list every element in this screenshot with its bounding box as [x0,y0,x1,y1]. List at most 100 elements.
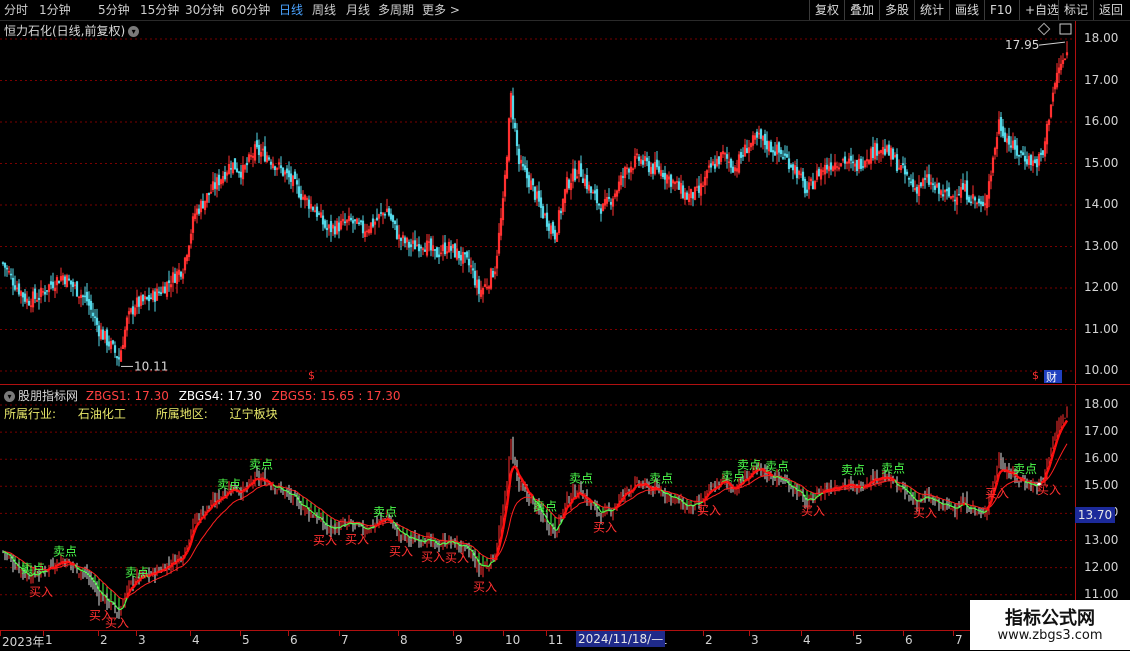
candle-body [718,157,720,164]
period-tab-15min[interactable]: 15分钟 [140,2,179,18]
sell-signal: 卖点 [249,458,273,472]
candle-body [910,182,912,183]
draw-line-button[interactable]: 画线 [949,0,984,20]
chevron-down-icon[interactable]: ▾ [4,391,15,402]
statistics-button[interactable]: 统计 [914,0,949,20]
candlestick-chart[interactable]: 17.9510.11$$财 [0,21,1075,383]
fast-line-seg [137,581,139,582]
fast-line-seg [45,571,47,572]
candle-body [240,172,242,177]
period-tab-30min[interactable]: 30分钟 [185,2,224,18]
buy-signal: 买入 [105,616,129,630]
fast-line-seg [615,507,617,509]
candle-body [692,192,694,198]
indicator-name[interactable]: 股朋指标网 [18,389,78,403]
buy-signal: 买入 [313,533,337,547]
industry-label: 所属行业: [4,407,56,421]
fast-line-seg [465,545,467,546]
fast-line-seg [379,522,381,524]
period-tab-intraday[interactable]: 分时 [4,2,28,18]
overlay-button[interactable]: 叠加 [844,0,879,20]
main-price-tick: 13.00 [1084,239,1118,253]
fast-line-seg [739,485,741,486]
cursor-date-badge: 2024/11/18/— [576,631,665,647]
candle-body [414,241,416,249]
fast-line-seg [433,540,435,541]
candle-body [72,282,74,286]
candle-body [924,178,926,179]
candle-body [904,166,906,174]
candle-body [316,207,318,217]
candle-body [698,186,700,193]
candle-body [548,224,550,231]
period-tab-multi[interactable]: 多周期 [378,2,414,18]
candle-body [296,181,298,185]
buy-signal: 买入 [801,504,825,518]
candle-body [542,206,544,217]
fast-line-seg [59,563,61,565]
period-tab-daily[interactable]: 日线 [279,2,303,18]
candle-body [740,152,742,157]
main-price-axis: 18.0017.0016.0015.0014.0013.0012.0011.00… [1075,21,1130,383]
candle-body [912,180,914,187]
candle-body [138,297,140,306]
fast-line-seg [705,497,707,500]
fast-line-seg [741,484,743,485]
fast-line-seg [753,472,755,474]
fast-line-seg [3,551,5,552]
date-label: 7 [955,633,963,647]
candle-body [524,166,526,170]
candle-body [790,165,792,167]
fast-line-seg [863,487,865,488]
candle-body [372,219,374,226]
candle-body [82,296,84,297]
fast-line-seg [525,484,527,488]
candle-body [786,154,788,157]
date-label: 2 [100,633,108,647]
fast-line-seg [779,477,781,478]
candle-body [658,167,660,173]
candle-body [114,346,116,353]
candle-body [892,149,894,159]
candle-body [678,182,680,190]
period-tab-weekly[interactable]: 周线 [312,2,336,18]
f10-button[interactable]: F10 [984,0,1017,20]
mark-button[interactable]: 标记 [1058,0,1093,20]
candle-body [238,172,240,173]
candle-body [646,158,648,161]
candle-body [1020,152,1022,153]
fast-line-seg [175,561,177,563]
fast-line-seg [443,543,445,544]
zbgs1-value: ZBGS1: 17.30 [86,389,169,403]
period-tab-5min[interactable]: 5分钟 [98,2,130,18]
candle-body [268,158,270,160]
main-price-tick: 18.00 [1084,31,1118,45]
fast-line-seg [133,585,135,587]
adjust-button[interactable]: 复权 [809,0,844,20]
period-tab-1min[interactable]: 1分钟 [39,2,71,18]
more-periods-menu[interactable]: 更多 > [422,2,460,18]
candle-body [764,134,766,144]
fast-line-seg [111,601,113,602]
fast-line-seg [617,504,619,507]
candle-body [112,341,114,344]
date-label: 8 [400,633,408,647]
candle-body [326,228,328,230]
fast-line-seg [247,486,249,489]
candle-body [358,223,360,224]
candle-body [954,200,956,201]
candle-body [280,166,282,168]
date-axis[interactable]: 2023年12345678910111234567 [0,630,1130,651]
fast-line-seg [589,499,591,501]
chevron-down-icon[interactable]: ▾ [128,26,139,37]
indicator-header: ▾股朋指标网 ZBGS1: 17.30 ZBGS4: 17.30 ZBGS5: … [4,387,401,404]
fast-line-seg [185,552,187,555]
period-tab-monthly[interactable]: 月线 [346,2,370,18]
candle-body [376,218,378,220]
candle-body [586,175,588,188]
multi-stock-button[interactable]: 多股 [879,0,914,20]
period-tab-60min[interactable]: 60分钟 [231,2,270,18]
fast-line-seg [621,499,623,501]
candle-body [568,180,570,188]
back-button[interactable]: 返回 [1093,0,1128,20]
